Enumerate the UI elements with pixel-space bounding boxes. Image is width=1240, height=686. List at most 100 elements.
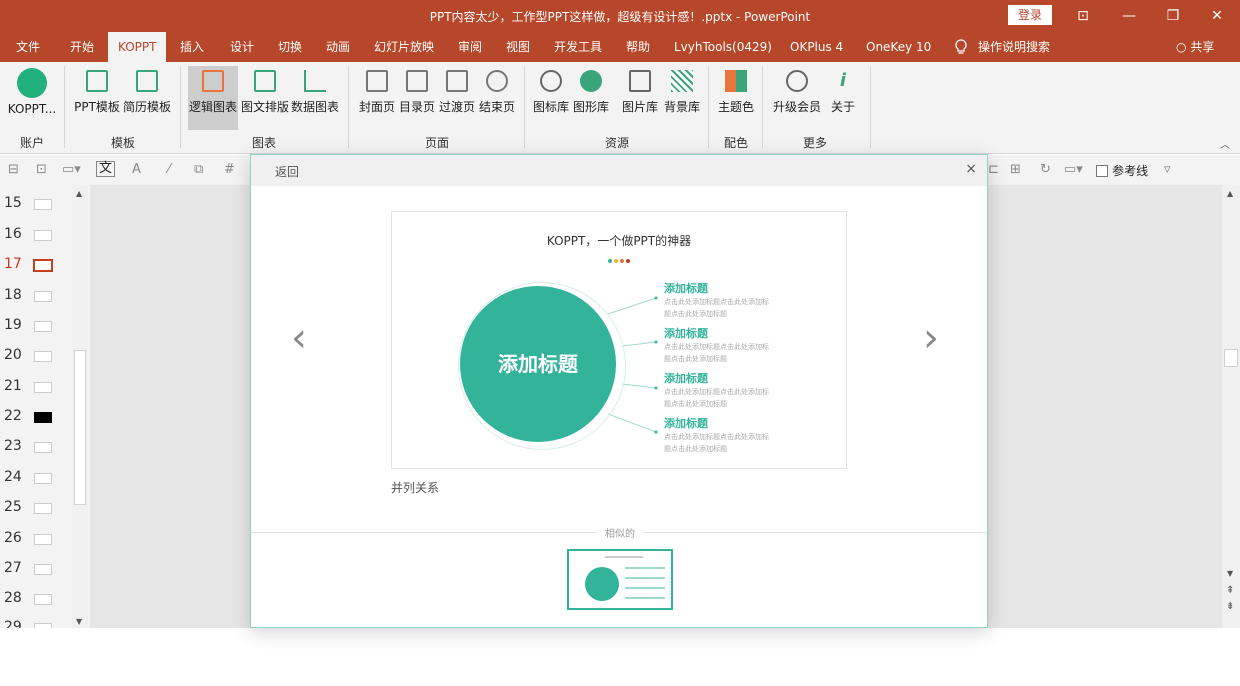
icon-library-button[interactable]: 图标库 [532,66,570,130]
about-button[interactable]: i 关于 [826,66,860,130]
text-image-layout-label: 图文排版 [240,100,289,114]
end-page-button[interactable]: 结束页 [478,66,516,130]
cover-page-button[interactable]: 封面页 [358,66,396,130]
scroll-up-icon[interactable]: ▲ [1227,189,1233,198]
distribute-icon[interactable]: ⊞ [1010,162,1021,177]
back-button[interactable]: 返回 [275,163,299,180]
slide-thumbnail-current[interactable]: 17 [0,250,70,280]
lock-icon[interactable]: ⊟ [8,162,19,177]
copy-format-icon[interactable]: ⧉ [194,162,203,177]
slide-thumbnail[interactable]: 18 [0,281,70,311]
slide-thumbnail[interactable]: 27 [0,554,70,584]
size-icon[interactable]: ▭▾ [1064,162,1083,177]
tab-help[interactable]: 帮助 [616,32,660,62]
toc-page-button[interactable]: 目录页 [398,66,436,130]
textbox-icon[interactable]: ▭▾ [62,162,81,177]
tab-design[interactable]: 设计 [220,32,264,62]
login-button[interactable]: 登录 [1008,5,1052,25]
slide-thumbnail[interactable]: 29 [0,613,70,628]
slide-thumbnail[interactable]: 24 [0,463,70,493]
next-arrow-icon[interactable]: › [923,315,939,361]
scroll-down-icon[interactable]: ▼ [76,617,82,626]
group-label-chart: 图表 [251,136,276,150]
reference-line-checkbox[interactable]: 参考线 [1096,162,1148,179]
tab-koppt[interactable]: KOPPT [108,32,167,62]
slide-thumbnail[interactable]: 16 [0,220,70,250]
item-desc: 点击此处添加标题点击此处添加标 [664,343,769,351]
share-button[interactable]: ○ 共享 [1176,32,1214,62]
ribbon-display-options-icon[interactable]: ⊡ [1068,4,1098,28]
text-format-icon[interactable]: 文 [96,161,116,177]
slide-number: 15 [4,195,22,211]
tab-okplus[interactable]: OKPlus 4 [780,32,853,62]
slide-mini-preview [34,623,52,628]
thumbnail-scrollbar[interactable]: ▲ ▼ [72,185,88,628]
slide-thumbnail[interactable]: 21 [0,372,70,402]
similar-template-thumbnail[interactable] [567,549,673,610]
hash-icon[interactable]: # [224,162,235,177]
tab-home[interactable]: 开始 [60,32,104,62]
slide-thumbnail[interactable]: 19 [0,311,70,341]
slide-mini-preview [34,442,52,453]
previous-slide-icon[interactable]: ⇞ [1226,585,1234,596]
tab-view[interactable]: 视图 [496,32,540,62]
restore-button[interactable]: ❐ [1158,4,1188,28]
scrollbar-thumb[interactable] [74,350,86,505]
collapse-ribbon-icon[interactable]: ︿ [1220,136,1230,151]
rotate-icon[interactable]: ↻ [1040,162,1051,177]
editor-scrollbar[interactable]: ▲ ▼ ⇞ ⇟ [1222,185,1240,628]
slide-mini-preview [34,230,52,241]
slide-number: 16 [4,226,22,242]
ppt-template-button[interactable]: PPT模板 [74,66,120,130]
koppt-account-button[interactable]: KOPPT... [6,66,58,130]
template-preview[interactable]: KOPPT，一个做PPT的神器 添加标题 添加标题 点击此处添加标题点击此处添加… [391,211,847,469]
slide-thumbnail[interactable]: 28 [0,584,70,614]
scroll-up-icon[interactable]: ▲ [76,189,82,198]
tab-file[interactable]: 文件 [6,32,50,62]
transition-page-button[interactable]: 过渡页 [438,66,476,130]
item-title: 添加标题 [664,282,708,295]
toc-page-icon [406,70,428,92]
icon-library-icon [540,70,562,92]
slide-mini-preview [34,473,52,484]
tab-animations[interactable]: 动画 [316,32,360,62]
tab-lvyhtools[interactable]: LvyhTools(0429) [664,32,782,62]
scroll-down-icon[interactable]: ▼ [1227,569,1233,578]
tell-me-search[interactable]: 操作说明搜索 [968,32,1060,62]
scrollbar-thumb[interactable] [1224,349,1238,367]
slide-thumbnail[interactable]: 26 [0,524,70,554]
data-chart-button[interactable]: 数据图表 [290,66,340,130]
tab-onekey[interactable]: OneKey 10 [856,32,941,62]
resume-template-button[interactable]: 简历模板 [122,66,172,130]
background-library-button[interactable]: 背景库 [662,66,702,130]
logic-chart-button[interactable]: 逻辑图表 [188,66,238,130]
group-label-resource: 资源 [604,136,629,150]
theme-color-button[interactable]: 主题色 [716,66,756,130]
slide-thumbnail[interactable]: 22 [0,402,70,432]
toolbar-more-icon[interactable]: ▿ [1164,162,1171,177]
close-window-button[interactable]: ✕ [1202,4,1232,28]
slide-thumbnail[interactable]: 15 [0,189,70,219]
tab-developer[interactable]: 开发工具 [544,32,612,62]
tab-transitions[interactable]: 切换 [268,32,312,62]
slide-thumbnail[interactable]: 23 [0,432,70,462]
item-desc: 题点击此处添加标题 [664,445,727,453]
image-library-button[interactable]: 图片库 [620,66,660,130]
font-icon[interactable]: A [132,162,141,177]
previous-arrow-icon[interactable]: ‹ [291,315,307,361]
eyedropper-icon[interactable]: ⁄ [168,162,170,177]
text-image-layout-button[interactable]: 图文排版 [240,66,290,130]
tab-insert[interactable]: 插入 [170,32,214,62]
shape-library-button[interactable]: 图形库 [572,66,610,130]
item-desc: 点击此处添加标题点击此处添加标 [664,433,769,441]
align-icon[interactable]: ⊏ [988,162,999,177]
close-icon[interactable]: × [965,161,977,177]
slide-thumbnail[interactable]: 25 [0,493,70,523]
slide-thumbnail[interactable]: 20 [0,341,70,371]
unlock-icon[interactable]: ⊡ [36,162,47,177]
tab-review[interactable]: 审阅 [448,32,492,62]
next-slide-icon[interactable]: ⇟ [1226,601,1234,612]
minimize-button[interactable]: — [1114,4,1144,28]
upgrade-member-button[interactable]: 升级会员 [770,66,824,130]
tab-slideshow[interactable]: 幻灯片放映 [364,32,444,62]
